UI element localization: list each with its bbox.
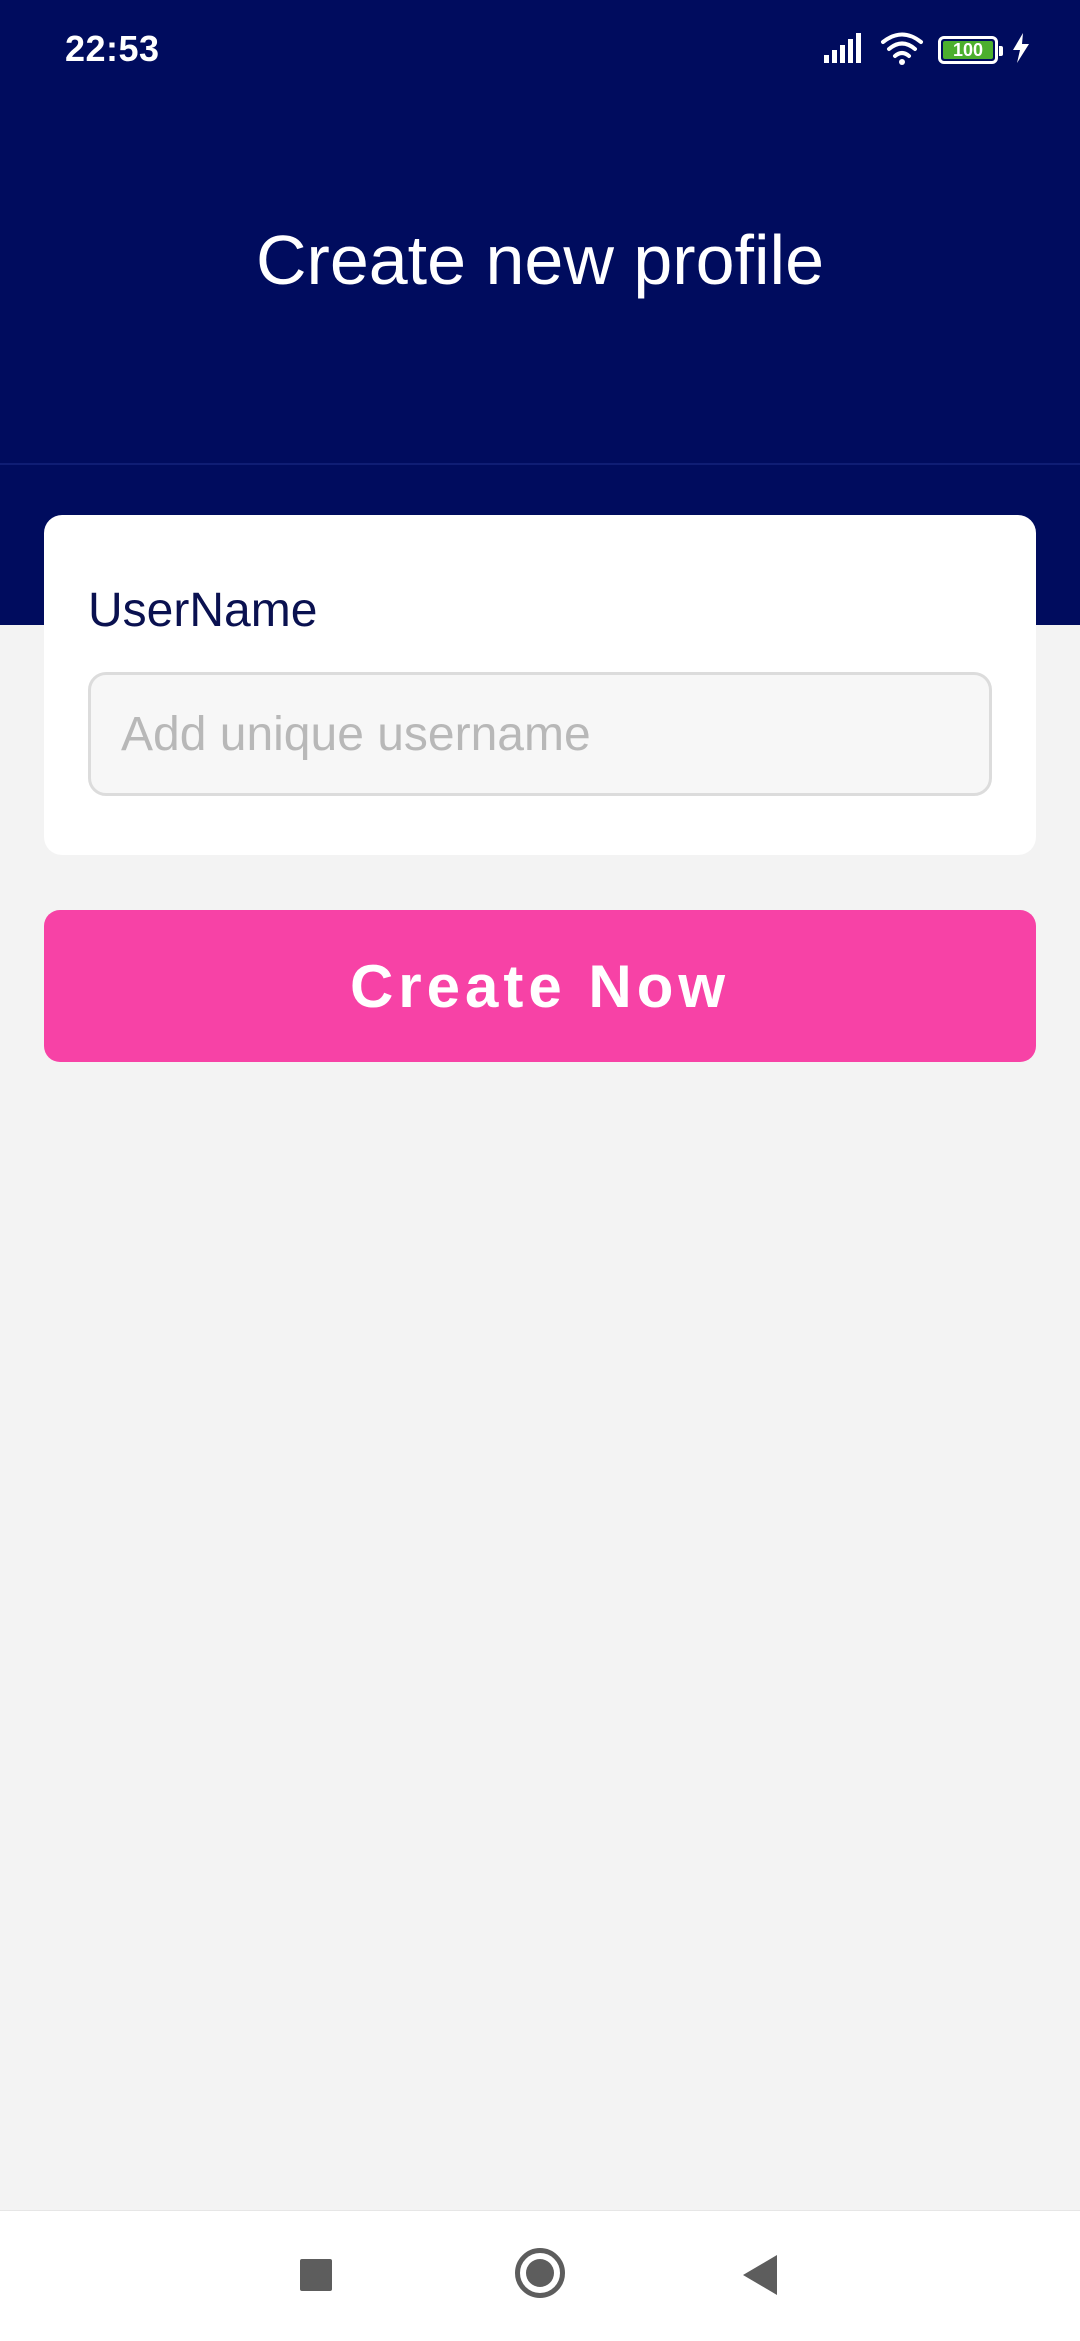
signal-icon bbox=[824, 32, 866, 68]
recent-apps-icon[interactable] bbox=[300, 2259, 332, 2291]
username-input[interactable] bbox=[88, 672, 992, 796]
home-icon-inner bbox=[526, 2259, 554, 2287]
charging-bolt-icon bbox=[1012, 32, 1030, 68]
page-title: Create new profile bbox=[255, 221, 825, 299]
back-icon[interactable] bbox=[743, 2255, 777, 2295]
battery-icon: 100 bbox=[938, 36, 1003, 64]
wifi-icon bbox=[880, 31, 924, 70]
username-label: UserName bbox=[88, 584, 318, 637]
home-icon[interactable] bbox=[515, 2248, 565, 2298]
username-card: UserName bbox=[44, 515, 1036, 855]
status-bar: 22:53 100 bbox=[0, 0, 1080, 100]
status-icons: 100 bbox=[824, 30, 1030, 70]
navigation-bar bbox=[0, 2210, 1080, 2341]
status-time: 22:53 bbox=[65, 28, 160, 69]
battery-tip bbox=[999, 46, 1003, 56]
battery-level: 100 bbox=[952, 40, 984, 60]
header-divider bbox=[0, 463, 1080, 465]
create-now-button[interactable]: Create Now bbox=[44, 910, 1036, 1062]
